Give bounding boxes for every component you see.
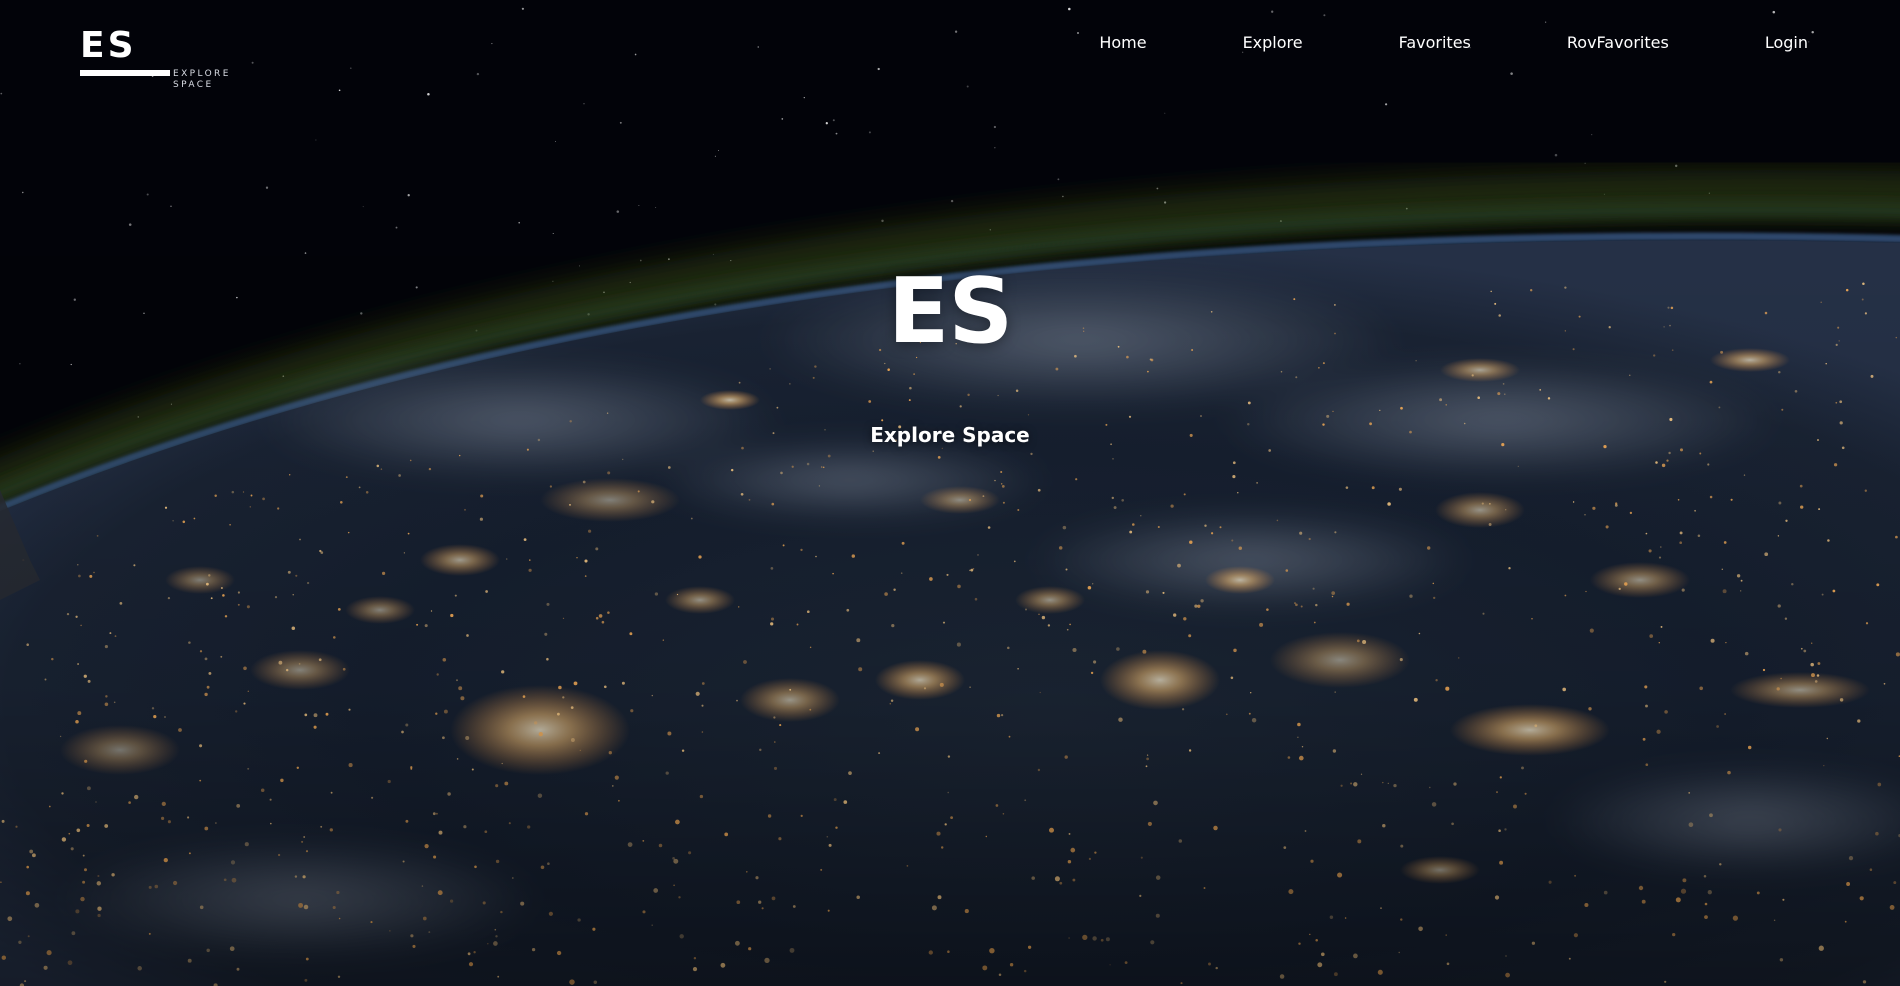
nav-favorites-link[interactable]: Favorites [1399,30,1471,56]
nav-rovfavorites-link[interactable]: RovFavorites [1567,30,1669,56]
logo-underline [80,70,170,76]
logo-tagline: EXPLORE SPACE [173,69,231,91]
nav-home-link[interactable]: Home [1099,30,1146,56]
nav-explore-link[interactable]: Explore [1243,30,1303,56]
hero-section: ES EXPLORE SPACE Home Explore Favorites … [0,0,1900,986]
earth-night-background-image [0,0,1900,986]
hero-title: ES [887,259,1013,364]
site-logo[interactable]: ES EXPLORE SPACE [80,26,240,96]
main-nav: Home Explore Favorites RovFavorites Logi… [1099,30,1808,56]
logo-tagline-line1: EXPLORE [173,69,231,79]
nav-login-link[interactable]: Login [1765,30,1808,56]
hero-subtitle: Explore Space [870,423,1030,447]
logo-mark: ES [80,25,137,66]
logo-tagline-line2: SPACE [173,80,214,90]
